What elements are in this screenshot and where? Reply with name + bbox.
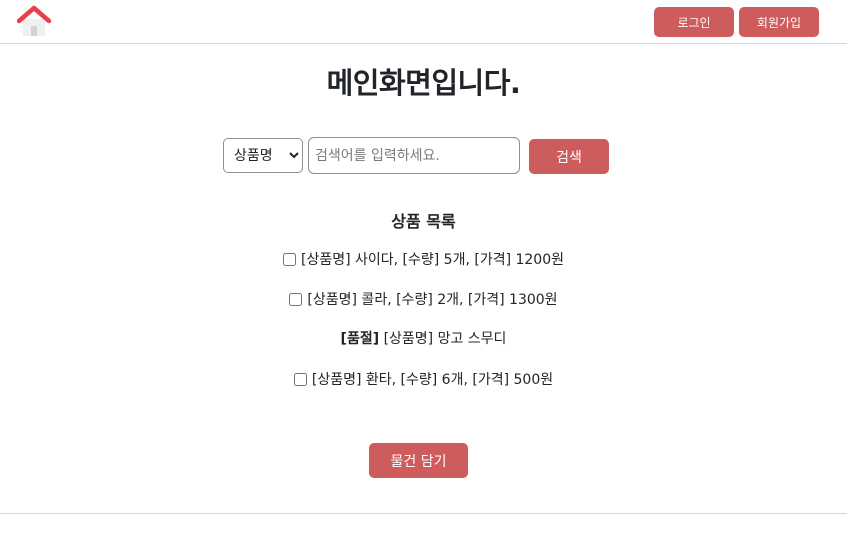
signup-button[interactable]: 회원가입 — [739, 7, 819, 37]
login-button[interactable]: 로그인 — [654, 7, 734, 37]
search-button[interactable]: 검색 — [529, 139, 609, 174]
search-type-select[interactable]: 상품명 — [223, 138, 303, 173]
product-item-text: [상품명] 환타, [수량] 6개, [가격] 500원 — [311, 372, 554, 388]
product-item-text: [상품명] 사이다, [수량] 5개, [가격] 1200원 — [300, 252, 565, 268]
top-header: 로그인 회원가입 — [0, 0, 847, 44]
search-input[interactable] — [308, 137, 520, 174]
product-item: [상품명] 환타, [수량] 6개, [가격] 500원 — [0, 369, 847, 391]
add-to-cart-button[interactable]: 물건 담기 — [369, 443, 468, 478]
product-list-title: 상품 목록 — [391, 212, 456, 231]
product-checkbox[interactable] — [293, 373, 307, 386]
product-item: [상품명] 콜라, [수량] 2개, [가격] 1300원 — [0, 289, 847, 311]
product-item-text: [상품명] 콜라, [수량] 2개, [가격] 1300원 — [307, 292, 558, 308]
soldout-badge: [품절] — [340, 331, 380, 347]
product-item: [상품명] 사이다, [수량] 5개, [가격] 1200원 — [0, 249, 847, 271]
product-checkbox[interactable] — [282, 253, 296, 266]
home-icon[interactable] — [17, 5, 51, 37]
page-title: 메인화면입니다. — [326, 66, 521, 100]
product-item-text: [상품명] 망고 스무디 — [383, 331, 507, 347]
footer-divider — [0, 513, 847, 514]
product-checkbox[interactable] — [289, 293, 303, 306]
product-item-soldout: [품절] [상품명] 망고 스무디 — [0, 328, 847, 350]
